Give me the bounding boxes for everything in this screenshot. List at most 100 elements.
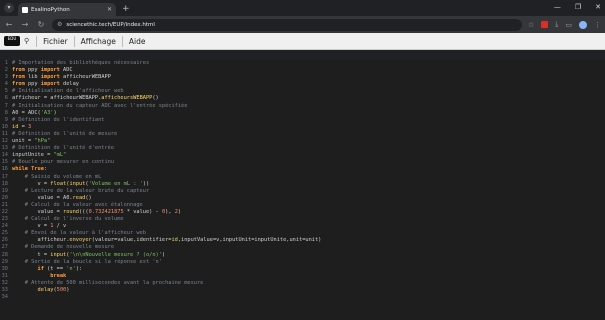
code-line[interactable]: 2 from ppy import ADC — [0, 67, 605, 74]
code-line[interactable]: 19 # Lecture de la valeur brute du capte… — [0, 188, 605, 195]
menu-separator — [73, 35, 75, 47]
code-line[interactable]: 28 t = input('\n\nNouvelle mesure ? (o/n… — [0, 252, 605, 259]
code-line[interactable]: 11 # Définition de l'unité de mesure — [0, 131, 605, 138]
forward-icon[interactable]: → — [20, 20, 30, 29]
menu-affichage[interactable]: Affichage — [78, 37, 119, 46]
code-line[interactable]: 21 # Calcul de la valeur avec étalonnage — [0, 202, 605, 209]
line-number: 8 — [4, 109, 8, 116]
code-text: inputUnite = "mL" — [12, 152, 67, 159]
line-number: 34 — [1, 294, 8, 301]
code-line[interactable]: 10 id = 3 — [0, 124, 605, 131]
code-line[interactable]: 26 afficheur.envoyer(valeur=value,identi… — [0, 237, 605, 244]
code-text: from ppy import ADC — [12, 67, 73, 74]
bookmark-star-icon[interactable]: ☆ — [528, 21, 534, 29]
code-text: # Définition de l'unité d'entrée — [12, 145, 115, 152]
code-line[interactable]: 20 value = A0.read() — [0, 195, 605, 202]
usb-connect-icon[interactable]: ⚲ — [24, 37, 29, 45]
browser-tab[interactable]: EsalinoPython ✕ — [18, 3, 116, 16]
code-text: while True: — [12, 166, 48, 173]
code-line[interactable]: 4 from ppy import delay — [0, 81, 605, 88]
download-icon[interactable]: ⤓ — [555, 20, 558, 29]
code-text: # Définition de l'unité de mesure — [12, 130, 118, 137]
line-number: 9 — [4, 116, 8, 123]
code-text: from ppy import delay — [12, 81, 79, 88]
code-line[interactable]: 33 delay(500) — [0, 287, 605, 294]
maximize-icon[interactable]: ❐ — [575, 3, 581, 11]
code-text: A0 = ADC('A3') — [12, 109, 57, 116]
reload-icon[interactable]: ↻ — [36, 20, 46, 29]
back-icon[interactable]: ← — [4, 20, 14, 29]
tab-close-icon[interactable]: ✕ — [107, 6, 112, 13]
code-line[interactable]: 15 # Boucle pour mesurer en continu — [0, 159, 605, 166]
code-text: if (t == 'n'): — [37, 265, 83, 272]
code-line[interactable]: 16 while True: — [0, 166, 605, 173]
code-line[interactable]: 32 # Attente de 500 millisecondes avant … — [0, 280, 605, 287]
code-line[interactable]: 5 # Initialisation de l'afficheur web — [0, 88, 605, 95]
menu-fichier[interactable]: Fichier — [40, 37, 71, 46]
code-line[interactable]: 3 from lib import afficheurWEBAPP — [0, 74, 605, 81]
code-line[interactable]: 17 # Saisie du volume en mL — [0, 174, 605, 181]
code-text: # Initialisation du capteur ADC avec l'e… — [12, 102, 188, 109]
code-text: break — [50, 272, 67, 279]
code-text: value = A0.read() — [12, 194, 92, 201]
new-tab-icon[interactable]: + — [122, 4, 130, 14]
code-line[interactable]: 30 if (t == 'n'): — [0, 266, 605, 273]
tab-title: EsalinoPython — [31, 6, 70, 13]
line-number: 30 — [1, 265, 8, 272]
menu-aide[interactable]: Aide — [126, 37, 149, 46]
more-menu-icon[interactable]: ⋮ — [594, 21, 601, 29]
code-line[interactable]: 13 # Définition de l'unité d'entrée — [0, 145, 605, 152]
code-line[interactable]: 34 — [0, 294, 605, 301]
line-number: 22 — [1, 208, 8, 215]
minimize-icon[interactable]: — — [554, 3, 561, 11]
line-number: 17 — [1, 173, 8, 180]
code-line[interactable]: 14 inputUnite = "mL" — [0, 152, 605, 159]
line-number: 7 — [4, 102, 8, 109]
code-line[interactable]: 29 # Sortie de la boucle si la réponse e… — [0, 259, 605, 266]
tab-search-icon[interactable]: ▾ — [4, 3, 14, 13]
code-line[interactable]: 31 break — [0, 273, 605, 280]
code-line[interactable]: 1 # Importation des bibliothèques nécessa… — [0, 60, 605, 67]
code-line[interactable]: 8 A0 = ADC('A3') — [0, 110, 605, 117]
line-number: 11 — [1, 130, 8, 137]
code-editor[interactable]: 1 # Importation des bibliothèques nécessa… — [0, 60, 605, 320]
profile-avatar[interactable] — [579, 20, 587, 29]
code-text: # Saisie du volume en mL — [12, 173, 102, 180]
site-info-icon[interactable]: ⚙ — [57, 21, 62, 28]
line-number: 28 — [1, 251, 8, 258]
line-number: 12 — [1, 138, 8, 145]
extension-icon[interactable] — [541, 21, 549, 28]
code-line[interactable]: 6 afficheur = afficheurWEBAPP.afficheursW… — [0, 95, 605, 102]
line-number: 31 — [1, 272, 8, 279]
split-view-icon[interactable]: ▭ — [565, 21, 572, 29]
line-number: 2 — [4, 67, 8, 74]
menu-separator — [121, 35, 123, 47]
code-text: id = 3 — [12, 123, 32, 130]
line-number: 6 — [4, 95, 8, 102]
code-line[interactable]: 7 # Initialisation du capteur ADC avec l'… — [0, 103, 605, 110]
close-window-icon[interactable]: ✕ — [595, 3, 601, 11]
window-controls: — ❐ ✕ — [554, 3, 601, 11]
line-number: 4 — [4, 81, 8, 88]
line-number: 19 — [1, 187, 8, 194]
code-line[interactable]: 27 # Demande de nouvelle mesure — [0, 244, 605, 251]
code-line[interactable]: 23 # Calcul de l'inverse du volume — [0, 216, 605, 223]
line-number: 5 — [4, 88, 8, 95]
code-line[interactable]: 18 v = float(input('Volume en mL : ')) — [0, 181, 605, 188]
url-text: sciencethic.tech/EUP/index.html — [66, 21, 155, 28]
line-number: 27 — [1, 244, 8, 251]
address-bar[interactable]: ⚙ sciencethic.tech/EUP/index.html — [52, 18, 522, 31]
line-number: 32 — [1, 279, 8, 286]
browser-window: ▾ EsalinoPython ✕ + — ❐ ✕ ← → ↻ ⚙ scienc… — [0, 0, 605, 320]
code-text: afficheur = afficheurWEBAPP.afficheursWE… — [12, 95, 159, 102]
line-number: 18 — [1, 180, 8, 187]
code-text: # Importation des bibliothèques nécessai… — [12, 60, 150, 66]
code-text: # Initialisation de l'afficheur web — [12, 88, 124, 95]
code-line[interactable]: 25 # Envoi de la valeur à l'afficheur we… — [0, 230, 605, 237]
line-number: 10 — [1, 123, 8, 130]
line-number: 25 — [1, 230, 8, 237]
line-number: 13 — [1, 145, 8, 152]
code-line[interactable]: 22 value = round(((0.732421875 * value) … — [0, 209, 605, 216]
code-line[interactable]: 9 # Définition de l'identifiant — [0, 117, 605, 124]
